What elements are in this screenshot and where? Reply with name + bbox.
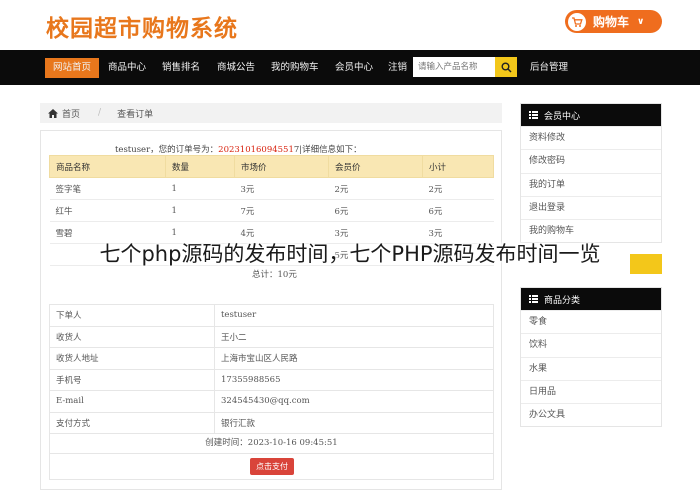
category-item-snacks[interactable]: 零食 <box>521 310 661 333</box>
table-row: 收货人地址 上海市宝山区人民路 <box>49 347 494 370</box>
order-summary-line: testuser，您的订单号为：202310160945517|详细信息如下： <box>115 143 362 155</box>
breadcrumb-separator: / <box>98 108 102 118</box>
sidebar-item-my-orders[interactable]: 我的订单 <box>521 172 661 196</box>
overlay-title: 七个php源码的发布时间，七个PHP源码发布时间一览 <box>99 242 601 266</box>
table-row: 支付方式 银行汇款 <box>49 411 494 434</box>
list-icon <box>529 111 538 119</box>
home-icon <box>48 108 58 118</box>
detail-value: 上海市宝山区人民路 <box>214 347 494 370</box>
created-time: 创建时间：2023-10-16 09:45:51 <box>49 432 494 454</box>
table-cell: 红牛 <box>49 199 166 222</box>
sidebar-item-profile[interactable]: 资料修改 <box>521 126 661 149</box>
cart-icon <box>568 12 586 31</box>
sidebar-item-password[interactable]: 修改密码 <box>521 149 661 172</box>
detail-value: 王小二 <box>214 325 494 348</box>
category-box: 商品分类 零食 饮料 水果 日用品 办公文具 <box>520 287 662 428</box>
table-cell: 3元 <box>234 177 329 200</box>
category-item-office[interactable]: 办公文具 <box>521 403 661 426</box>
table-row: E-mail 324545430@qq.com <box>49 390 494 413</box>
sidebar-item-logout[interactable]: 退出登录 <box>521 195 661 219</box>
table-row: 下单人 testuser <box>49 304 494 327</box>
nav-item-notice[interactable]: 商城公告 <box>217 50 255 85</box>
detail-label: 支付方式 <box>49 411 215 434</box>
table-row: 手机号 17355988565 <box>49 368 494 391</box>
order-number: 20231016094551 <box>218 145 294 155</box>
site-logo[interactable]: 校园超市购物系统 <box>46 9 238 43</box>
table-row: 收货人 王小二 <box>49 325 494 348</box>
table-row: 签字笔 1 3元 2元 2元 <box>49 177 494 200</box>
breadcrumb-current: 查看订单 <box>117 109 154 120</box>
category-item-drinks[interactable]: 饮料 <box>521 333 661 356</box>
category-title: 商品分类 <box>544 295 581 306</box>
detail-value: testuser <box>214 304 494 327</box>
detail-value: 324545430@qq.com <box>214 390 494 413</box>
pay-button[interactable]: 点击支付 <box>250 458 294 475</box>
table-cell: 1 <box>165 199 235 222</box>
order-suffix: 7|详细信息如下： <box>293 145 362 155</box>
nav-item-ranking[interactable]: 销售排名 <box>162 50 200 85</box>
site-header: 校园超市购物系统 购物车 ∨ <box>0 0 700 50</box>
table-cell: 2元 <box>328 177 423 200</box>
search-input[interactable] <box>413 57 495 77</box>
cart-button[interactable]: 购物车 ∨ <box>565 10 662 33</box>
table-cell: 6元 <box>422 199 494 222</box>
search-button[interactable] <box>495 57 517 77</box>
order-details-table: 下单人 testuser 收货人 王小二 收货人地址 上海市宝山区人民路 手机号… <box>49 304 494 434</box>
nav-item-my-cart[interactable]: 我的购物车 <box>271 50 319 85</box>
breadcrumb-home[interactable]: 首页 <box>62 107 80 120</box>
member-center-title: 会员中心 <box>544 111 581 122</box>
table-cell: 7元 <box>234 199 329 222</box>
breadcrumb: 首页 / 查看订单 <box>40 103 502 123</box>
column-header: 小计 <box>422 155 494 178</box>
member-center-box: 会员中心 资料修改 修改密码 我的订单 退出登录 我的购物车 <box>520 103 662 244</box>
detail-label: E-mail <box>49 390 215 413</box>
category-item-daily[interactable]: 日用品 <box>521 379 661 403</box>
search-icon <box>501 62 512 73</box>
order-total: 总计：10元 <box>252 270 297 280</box>
nav-item-admin[interactable]: 后台管理 <box>530 50 568 85</box>
list-icon <box>529 295 538 303</box>
table-cell: 1 <box>165 177 235 200</box>
member-center-header: 会员中心 <box>521 104 661 126</box>
nav-item-member[interactable]: 会员中心 <box>335 50 373 85</box>
nav-item-products[interactable]: 商品中心 <box>108 50 146 85</box>
detail-label: 下单人 <box>49 304 215 327</box>
table-cell: 签字笔 <box>49 177 166 200</box>
detail-label: 收货人 <box>49 325 215 348</box>
table-header-row: 商品名称 数量 市场价 会员价 小计 <box>49 155 494 178</box>
nav-item-home[interactable]: 网站首页 <box>45 58 100 78</box>
category-header: 商品分类 <box>521 288 661 310</box>
order-prefix: testuser，您的订单号为： <box>115 145 219 155</box>
cart-label: 购物车 <box>593 15 630 29</box>
table-cell: 2元 <box>422 177 494 200</box>
column-header: 会员价 <box>328 155 423 178</box>
column-header: 数量 <box>165 155 235 178</box>
detail-value: 17355988565 <box>214 368 494 391</box>
category-item-fruit[interactable]: 水果 <box>521 356 661 380</box>
detail-label: 手机号 <box>49 368 215 391</box>
detail-label: 收货人地址 <box>49 347 215 370</box>
table-row: 红牛 1 7元 6元 6元 <box>49 199 494 222</box>
detail-value: 银行汇款 <box>214 411 494 434</box>
column-header: 市场价 <box>234 155 329 178</box>
chevron-down-icon: ∨ <box>637 16 645 27</box>
nav-item-logout[interactable]: 注销 <box>388 50 407 85</box>
column-header: 商品名称 <box>49 155 166 178</box>
table-cell: 6元 <box>328 199 423 222</box>
